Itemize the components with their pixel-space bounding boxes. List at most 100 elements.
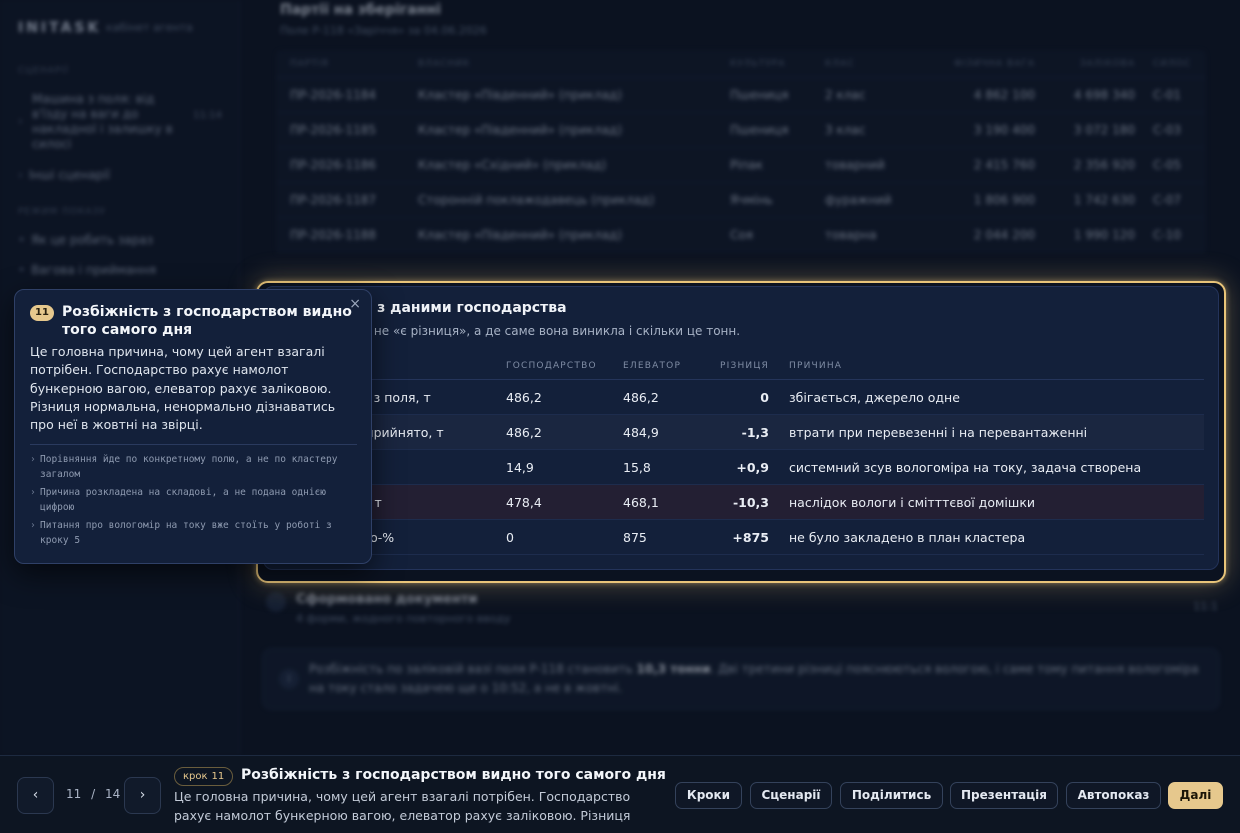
table-cell: 15,8 (623, 459, 651, 475)
table-cell: не було закладено в план кластера (789, 529, 1026, 545)
step-counter: 11 / 14 (66, 787, 120, 801)
table-cell: збігається, джерело одне (789, 389, 960, 405)
popover-title: Розбіжність з господарством видно того с… (62, 304, 352, 338)
col-header: ГОСПОДАРСТВО (506, 361, 597, 371)
bullet-icon: • (18, 263, 26, 277)
sidebar-section-scenarios: СЦЕНАРІЇ (18, 66, 69, 76)
next-button[interactable]: Далі (1168, 782, 1223, 809)
storage-title: Партії на зберіганні (280, 2, 441, 18)
table-cell: 486,2 (506, 389, 542, 405)
table-row[interactable]: ПР-2026-1187 Сторонній поклажодавець (при… (276, 183, 1206, 218)
table-cell: наслідок вологи і смітттєвої домішки (789, 494, 1035, 510)
col-header: РІЗНИЦЯ (720, 361, 769, 371)
popover-body: Це головна причина, чому цей агент взага… (30, 344, 336, 433)
step-description: Це головна причина, чому цей агент взага… (174, 789, 631, 823)
documents-time: 11:1 (1193, 600, 1218, 613)
share-button[interactable]: Поділитись (840, 782, 943, 809)
documents-subtitle: 4 форми, жодного повторного вводу (296, 612, 511, 625)
sidebar-item-mode-weighing[interactable]: • Вагова і приймання (18, 263, 228, 278)
step-word: крок (183, 771, 208, 782)
step-number: 11 (211, 771, 225, 782)
counter-separator: / (91, 787, 96, 801)
sidebar-item-label: Як це робить зараз (31, 233, 153, 247)
chevron-right-icon: › (18, 168, 23, 182)
table-cell: +0,9 (736, 459, 769, 475)
storage-subtitle: Поле Р-118 «Заріччя» за 04.06.2026 (280, 24, 487, 37)
popover-points: Порівняння йде по конкретному полю, а не… (30, 453, 360, 552)
list-item: Порівняння йде по конкретному полю, а не… (30, 453, 360, 482)
step-title: Розбіжність з господарством видно того с… (241, 767, 666, 783)
current-step: 11 (66, 787, 82, 801)
table-row: Відвантажено з поля, т486,2486,20збігаєт… (264, 380, 1204, 415)
col-header: ПАРТІЯ (290, 58, 329, 69)
table-cell: ПР-2026-1186 (290, 158, 376, 172)
table-row[interactable]: ПР-2026-1188 Кластер «Південний» (приклад… (276, 218, 1206, 253)
sidebar-item-other[interactable]: › Інші сценарії (18, 168, 228, 183)
list-item: Питання про вологомір на току вже стоїть… (30, 519, 360, 548)
table-cell: 1 990 120 (1073, 228, 1135, 242)
step-dot-icon (266, 592, 286, 612)
tour-bar: ‹ 11 / 14 › крок 11 Розбіжність з господа… (0, 755, 1240, 833)
table-row: Фізична вага прийнято, т486,2484,9-1,3вт… (264, 415, 1204, 450)
next-step-arrow-button[interactable]: › (124, 777, 161, 814)
col-header: ФІЗИЧНА ВАГА (954, 58, 1035, 69)
table-cell: товарна (825, 228, 877, 242)
step-badge: 11 (30, 305, 54, 321)
col-header: ЕЛЕВАТОР (623, 361, 682, 371)
table-cell: товарний (825, 158, 885, 172)
summary-text-pre: Розбіжність по заліковій вазі поля Р-118… (309, 662, 637, 676)
documents-title: Сформовано документи (296, 592, 478, 607)
close-icon[interactable]: × (349, 296, 361, 312)
discrepancy-card: Розбіжність з даними господарства Агент … (263, 286, 1219, 570)
scenarios-button[interactable]: Сценарії (750, 782, 832, 809)
table-cell: фуражний (825, 193, 892, 207)
col-header: КЛАС (825, 58, 855, 69)
tour-popover: 11 Розбіжність з господарством видно тог… (14, 289, 372, 564)
table-cell: Кластер «Південний» (приклад) (418, 88, 623, 102)
table-cell: 2 415 760 (973, 158, 1035, 172)
divider (30, 444, 357, 445)
autoplay-button[interactable]: Автопоказ (1066, 782, 1161, 809)
table-cell: 3 190 400 (973, 123, 1035, 137)
table-cell: ПР-2026-1185 (290, 123, 376, 137)
bullet-icon: • (18, 233, 26, 247)
table-row[interactable]: ПР-2026-1185 Кластер «Південний» (приклад… (276, 113, 1206, 148)
table-cell: Пшениця (730, 88, 789, 102)
table-cell: -1,3 (741, 424, 769, 440)
table-cell: Сторонній поклажодавець (приклад) (418, 193, 655, 207)
table-cell: Кластер «Південний» (приклад) (418, 123, 623, 137)
list-item: Причина розкладена на складові, а не под… (30, 486, 360, 515)
table-cell: -10,3 (732, 494, 769, 510)
table-cell: 0 (760, 389, 769, 405)
table-cell: 4 698 340 (1073, 88, 1135, 102)
steps-button[interactable]: Кроки (675, 782, 742, 809)
prev-step-button[interactable]: ‹ (17, 777, 54, 814)
table-cell: С-01 (1153, 88, 1181, 102)
table-cell: 484,9 (623, 424, 659, 440)
table-cell: Пшениця (730, 123, 789, 137)
col-header: ПРИЧИНА (789, 361, 843, 371)
table-cell: ПР-2026-1184 (290, 88, 376, 102)
table-cell: Кластер «Південний» (приклад) (418, 228, 623, 242)
col-header: КУЛЬТУРА (730, 58, 786, 69)
table-cell: С-10 (1153, 228, 1181, 242)
table-cell: 3 клас (825, 123, 866, 137)
table-cell: Кластер «Східний» (приклад) (418, 158, 607, 172)
table-cell: Ріпак (730, 158, 764, 172)
presentation-button[interactable]: Презентація (950, 782, 1058, 809)
table-row[interactable]: ПР-2026-1186 Кластер «Східний» (приклад) Р… (276, 148, 1206, 183)
sidebar-item-time: 11:14 (193, 110, 222, 121)
sidebar-item-label: Вагова і приймання (31, 263, 157, 277)
table-cell: 14,9 (506, 459, 534, 475)
total-steps: 14 (104, 787, 121, 801)
table-row[interactable]: ПР-2026-1184 Кластер «Південний» (приклад… (276, 78, 1206, 113)
table-cell: втрати при перевезенні і на перевантажен… (789, 424, 1088, 440)
table-cell: 3 072 180 (1073, 123, 1135, 137)
sidebar-item-scenario[interactable]: › Машина з поля: від в'їзду на ваги до н… (18, 92, 228, 152)
sidebar-item-mode-now[interactable]: • Як це робить зараз (18, 233, 228, 248)
col-header: СИЛОС (1153, 58, 1192, 69)
table-cell: 0 (506, 529, 514, 545)
table-cell: 486,2 (623, 389, 659, 405)
brand-logo: INITASK (18, 20, 102, 36)
table-cell: 1 806 900 (973, 193, 1035, 207)
